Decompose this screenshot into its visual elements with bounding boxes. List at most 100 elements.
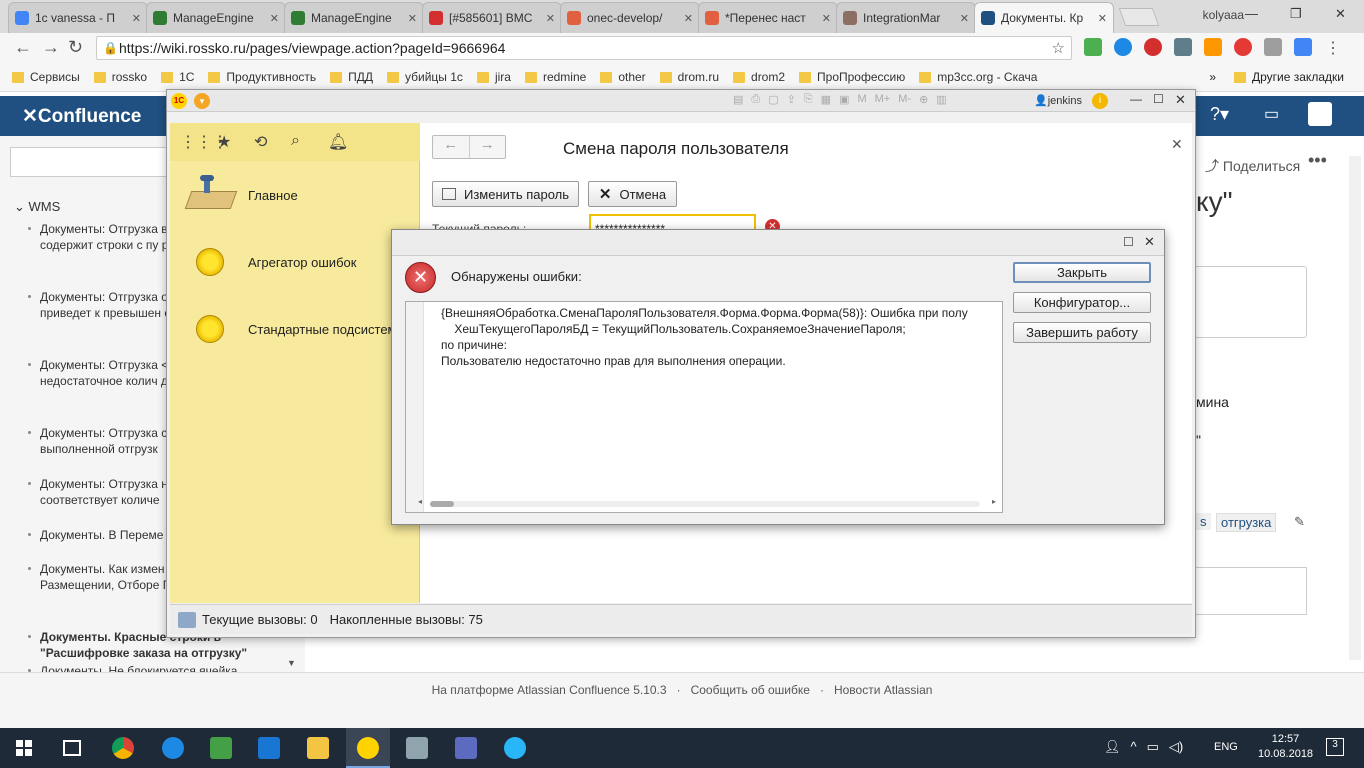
tab-close-icon[interactable]: ✕: [408, 12, 417, 25]
m-icon[interactable]: M: [857, 93, 866, 109]
more-bookmarks-icon[interactable]: »: [1209, 70, 1216, 84]
task-view-icon[interactable]: [63, 740, 81, 756]
address-bar[interactable]: 🔒 https://wiki.rossko.ru/pages/viewpage.…: [96, 36, 1072, 60]
print-icon[interactable]: ⎙: [751, 93, 760, 109]
tab-close-icon[interactable]: ✕: [132, 12, 141, 25]
info-icon[interactable]: i: [1092, 93, 1108, 109]
tab-close-icon[interactable]: ✕: [270, 12, 279, 25]
upload-icon[interactable]: ⇪: [787, 93, 796, 109]
edit-labels-icon[interactable]: ✎: [1294, 514, 1305, 530]
error-details-text[interactable]: {ВнешняяОбработка.СменаПароляПользовател…: [405, 301, 1003, 513]
back-arrow-icon[interactable]: ←: [433, 136, 470, 158]
rss-icon[interactable]: [1204, 38, 1222, 56]
change-password-button[interactable]: Изменить пароль: [432, 181, 579, 207]
bookmark-item[interactable]: other: [600, 70, 646, 84]
app-icon[interactable]: [504, 737, 526, 759]
bookmark-item[interactable]: ПДД: [330, 70, 373, 84]
extension-icon[interactable]: [1264, 38, 1282, 56]
maps-icon[interactable]: [162, 737, 184, 759]
extension-icon[interactable]: [1174, 38, 1192, 56]
bell-icon[interactable]: 🔔︎: [328, 132, 348, 152]
nav-item-main[interactable]: Главное: [248, 188, 298, 203]
adblock-icon[interactable]: [1144, 38, 1162, 56]
search-icon[interactable]: ⌕: [291, 132, 300, 150]
chrome-icon[interactable]: [112, 737, 134, 759]
onec-menu-icon[interactable]: ▾: [194, 93, 210, 109]
start-icon[interactable]: [16, 740, 32, 756]
file-explorer-icon[interactable]: [307, 737, 329, 759]
app-icon[interactable]: [406, 737, 428, 759]
horizontal-scrollbar[interactable]: ◂ ▸: [418, 497, 998, 508]
preview-icon[interactable]: ▢: [768, 93, 778, 109]
zoom-icon[interactable]: ⊕: [919, 93, 928, 109]
notification-center-icon[interactable]: 3: [1326, 738, 1344, 756]
scroll-right-icon[interactable]: ▸: [992, 497, 996, 506]
new-tab-button[interactable]: [1118, 8, 1160, 26]
profile-name[interactable]: kolyaaa: [1203, 8, 1244, 22]
report-bug-link[interactable]: Сообщить об ошибке: [691, 683, 810, 728]
maximize-icon[interactable]: ❐: [1290, 6, 1302, 22]
bookmark-item[interactable]: убийцы 1с: [387, 70, 463, 84]
bookmark-item[interactable]: drom.ru: [659, 70, 719, 84]
tray-arrow-icon[interactable]: ^: [1131, 739, 1137, 755]
more-icon[interactable]: •••: [1308, 150, 1327, 171]
onec-user[interactable]: 👤jenkins: [1034, 94, 1082, 107]
translate-icon[interactable]: [1294, 38, 1312, 56]
tab-close-icon[interactable]: ✕: [1098, 12, 1107, 25]
calc-icon[interactable]: ▦: [821, 93, 831, 109]
calendar-icon[interactable]: ▣: [839, 93, 849, 109]
scroll-thumb[interactable]: [430, 501, 454, 507]
bookmark-item[interactable]: rossko: [93, 70, 147, 84]
extension-icon[interactable]: [1234, 38, 1252, 56]
help-icon[interactable]: ?▾: [1210, 104, 1229, 125]
form-close-icon[interactable]: ✕: [1171, 136, 1183, 153]
bookmark-item[interactable]: ПроПрофессию: [799, 70, 905, 84]
browser-tab[interactable]: ManageEngine ✕: [146, 2, 286, 33]
system-tray[interactable]: 👤︎ ^ ▭ ◁): [1104, 739, 1183, 755]
bookmark-item[interactable]: redmine: [524, 70, 586, 84]
dialog-close-icon[interactable]: ✕: [1144, 234, 1155, 250]
star-icon[interactable]: ☆: [1052, 39, 1065, 57]
onec-close-icon[interactable]: ✕: [1175, 92, 1186, 108]
volume-icon[interactable]: ◁): [1169, 739, 1183, 755]
configurator-button[interactable]: Конфигуратор...: [1013, 292, 1151, 313]
status-icon[interactable]: [178, 611, 196, 628]
exit-button[interactable]: Завершить работу: [1013, 322, 1151, 343]
favorites-icon[interactable]: ★: [217, 132, 231, 152]
bookmark-item[interactable]: 1С: [161, 70, 194, 84]
extension-icon[interactable]: [1114, 38, 1132, 56]
scroll-left-icon[interactable]: ◂: [418, 497, 422, 506]
dialog-maximize-icon[interactable]: ☐: [1123, 235, 1134, 249]
m-minus-icon[interactable]: M-: [898, 93, 911, 109]
tab-close-icon[interactable]: ✕: [822, 12, 831, 25]
confluence-logo[interactable]: ✕Confluence: [22, 105, 141, 128]
nav-item-error-aggregator[interactable]: Агрегатор ошибок: [248, 255, 356, 270]
bookmark-item[interactable]: Сервисы: [12, 70, 80, 84]
cancel-button[interactable]: ✕ Отмена: [588, 181, 677, 207]
notifications-icon[interactable]: ▭: [1264, 104, 1279, 124]
forward-icon[interactable]: →: [42, 37, 60, 58]
reload-icon[interactable]: ↻: [68, 37, 83, 58]
avatar[interactable]: [1308, 102, 1332, 126]
close-icon[interactable]: ✕: [1335, 6, 1346, 22]
minimize-icon[interactable]: —: [1245, 6, 1258, 21]
atlassian-news-link[interactable]: Новости Atlassian: [834, 683, 932, 728]
network-icon[interactable]: ▭: [1147, 739, 1159, 755]
browser-tab[interactable]: 1c vanessa - П ✕: [8, 2, 148, 33]
bookmark-item[interactable]: mp3cc.org - Скача: [919, 70, 1037, 84]
bookmark-item[interactable]: drom2: [733, 70, 785, 84]
scrollbar[interactable]: [1349, 156, 1361, 660]
extension-icon[interactable]: [1084, 38, 1102, 56]
forward-arrow-icon[interactable]: →: [470, 136, 506, 158]
browser-tab[interactable]: *Перенес наст ✕: [698, 2, 838, 33]
language-indicator[interactable]: ENG: [1214, 741, 1238, 753]
comment-box[interactable]: [1196, 567, 1307, 615]
tab-close-icon[interactable]: ✕: [684, 12, 693, 25]
label-tag[interactable]: s: [1196, 513, 1211, 530]
browser-tab[interactable]: [#585601] BMC ✕: [422, 2, 562, 33]
app-icon[interactable]: [210, 737, 232, 759]
onec-maximize-icon[interactable]: ☐: [1153, 92, 1164, 106]
m-plus-icon[interactable]: M+: [875, 93, 891, 109]
space-tree-toggle[interactable]: ⌄ WMS: [14, 199, 60, 215]
browser-tab[interactable]: onec-develop/ ✕: [560, 2, 700, 33]
